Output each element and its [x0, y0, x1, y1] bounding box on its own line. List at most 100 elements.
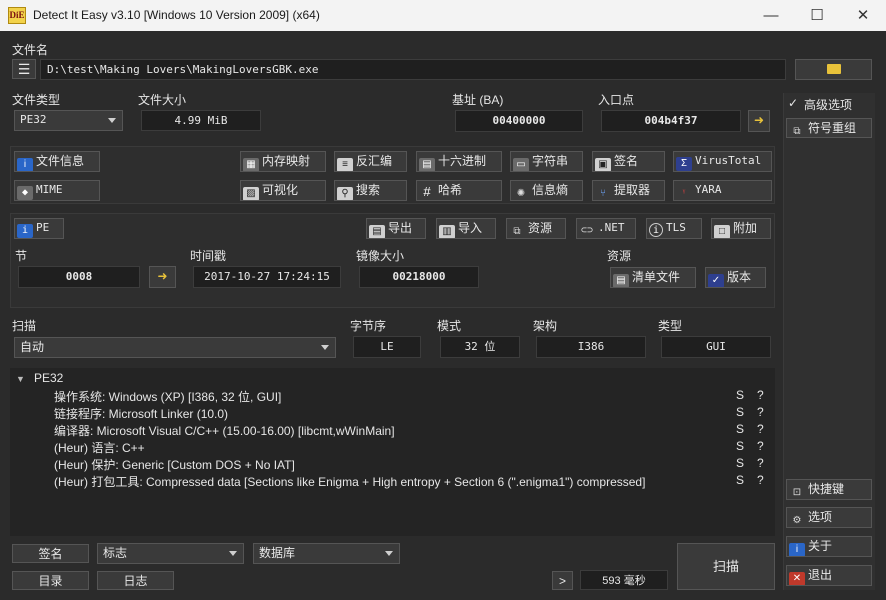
overlay-button[interactable]: □ 附加	[711, 218, 771, 239]
yara-button[interactable]: ᵞ YARA	[673, 180, 772, 201]
import-label: 导入	[458, 221, 483, 235]
options-button[interactable]: ⚙ 选项	[786, 507, 872, 528]
signature-s-button[interactable]: S	[736, 439, 744, 453]
info-icon: i	[789, 543, 805, 556]
result-row[interactable]: 链接程序: Microsoft Linker (10.0)	[54, 405, 228, 422]
info-q-button[interactable]: ?	[757, 405, 764, 419]
virustotal-icon: Σ	[676, 157, 692, 171]
scan-mode-select[interactable]: 自动	[14, 337, 336, 358]
maximize-button[interactable]: ☐	[794, 0, 840, 31]
expand-triangle-icon[interactable]: ▼	[16, 374, 25, 384]
version-button[interactable]: ✓ 版本	[705, 267, 766, 288]
folder-icon	[826, 64, 841, 74]
info-q-button[interactable]: ?	[757, 473, 764, 487]
info-icon: i	[17, 224, 33, 238]
memory-map-icon: ▦	[243, 158, 259, 171]
version-icon: ✓	[708, 274, 724, 287]
chevron-down-icon	[321, 345, 329, 350]
hash-label: 哈希	[438, 183, 463, 197]
virustotal-button[interactable]: Σ VirusTotal	[673, 151, 772, 172]
entropy-button[interactable]: ✺ 信息熵	[510, 180, 583, 201]
close-button[interactable]: ✕	[840, 0, 886, 31]
entry-point-field: 004b4f37	[601, 110, 741, 132]
arrow-right-icon: ➜	[753, 113, 765, 127]
shortcuts-button[interactable]: ⊡ 快捷键	[786, 479, 872, 500]
result-row[interactable]: (Heur) 语言: C++	[54, 439, 145, 456]
scan-button[interactable]: 扫描	[677, 543, 775, 590]
memory-map-button[interactable]: ▦ 内存映射	[240, 151, 326, 172]
info-q-button[interactable]: ?	[757, 439, 764, 453]
next-button[interactable]: >	[552, 571, 573, 590]
info-q-button[interactable]: ?	[757, 422, 764, 436]
extractor-icon: ⑂	[600, 188, 606, 199]
sections-go-button[interactable]: ➜	[149, 266, 176, 288]
exit-x-icon: ✕	[789, 572, 805, 585]
version-label: 版本	[727, 270, 752, 284]
visualization-button[interactable]: ▨ 可视化	[240, 180, 326, 201]
flags-select[interactable]: 标志	[97, 543, 244, 564]
image-size-field: 00218000	[359, 266, 479, 288]
result-row[interactable]: (Heur) 保护: Generic [Custom DOS + No IAT]	[54, 456, 295, 473]
endian-field: LE	[353, 336, 421, 358]
signatures-tool-label: 签名	[614, 154, 639, 168]
signatures-bottom-button[interactable]: 签名	[12, 544, 89, 563]
sections-count-field: 0008	[18, 266, 140, 288]
scan-label: 扫描	[12, 319, 37, 333]
signature-s-button[interactable]: S	[736, 473, 744, 487]
mime-label: MIME	[36, 183, 63, 196]
sections-label: 节	[15, 249, 28, 263]
file-type-select[interactable]: PE32	[14, 110, 123, 131]
file-info-button[interactable]: i 文件信息	[14, 151, 100, 172]
demangle-label: 符号重组	[808, 121, 857, 135]
timestamp-label: 时间戳	[190, 249, 227, 263]
exit-label: 退出	[808, 568, 833, 582]
net-button[interactable]: ⊂⊃ .NET	[576, 218, 636, 239]
about-button[interactable]: i 关于	[786, 536, 872, 557]
result-row[interactable]: 编译器: Microsoft Visual C/C++ (15.00-16.00…	[54, 422, 395, 439]
chevron-down-icon	[108, 118, 116, 123]
result-row[interactable]: (Heur) 打包工具: Compressed data [Sections l…	[54, 473, 645, 490]
extractor-button[interactable]: ⑂ 提取器	[592, 180, 665, 201]
signature-s-button[interactable]: S	[736, 422, 744, 436]
mime-button[interactable]: ◆ MIME	[14, 180, 100, 201]
open-file-button[interactable]	[795, 59, 872, 80]
exit-button[interactable]: ✕ 退出	[786, 565, 872, 586]
strings-icon: ▭	[513, 158, 529, 171]
strings-button[interactable]: ▭ 字符串	[510, 151, 583, 172]
hex-button[interactable]: ▤ 十六进制	[416, 151, 502, 172]
manifest-button[interactable]: ▤ 清单文件	[610, 267, 696, 288]
hash-button[interactable]: # 哈希	[416, 180, 502, 201]
info-q-button[interactable]: ?	[757, 456, 764, 470]
export-button[interactable]: ▤ 导出	[366, 218, 426, 239]
signature-s-button[interactable]: S	[736, 405, 744, 419]
demangle-button[interactable]: ⧉ 符号重组	[786, 118, 872, 138]
directory-button[interactable]: 目录	[12, 571, 89, 590]
disassembly-button[interactable]: ≡ 反汇编	[334, 151, 407, 172]
info-q-button[interactable]: ?	[757, 388, 764, 402]
minimize-button[interactable]: —	[748, 0, 794, 31]
app-icon: DiE	[8, 7, 26, 24]
resources-button[interactable]: ⧉ 资源	[506, 218, 566, 239]
pe-button[interactable]: i PE	[14, 218, 64, 239]
advanced-checkbox[interactable]: ✓	[788, 96, 798, 110]
info-icon: i	[17, 158, 33, 171]
result-row[interactable]: 操作系统: Windows (XP) [I386, 32 位, GUI]	[54, 388, 281, 405]
memory-map-label: 内存映射	[262, 154, 311, 168]
search-button[interactable]: ⚲ 搜索	[334, 180, 407, 201]
file-path-field[interactable]: D:\test\Making Lovers\MakingLoversGBK.ex…	[40, 59, 786, 80]
log-button[interactable]: 日志	[97, 571, 174, 590]
signatures-button[interactable]: ▣ 签名	[592, 151, 665, 172]
signature-s-button[interactable]: S	[736, 388, 744, 402]
menu-button[interactable]: ☰	[12, 59, 36, 79]
results-root[interactable]: PE32	[34, 371, 63, 385]
resources-icon: ⧉	[513, 226, 521, 237]
tls-button[interactable]: i TLS	[646, 218, 702, 239]
shortcuts-icon: ⊡	[792, 487, 802, 498]
signature-s-button[interactable]: S	[736, 456, 744, 470]
import-button[interactable]: ▥ 导入	[436, 218, 496, 239]
entry-point-go-button[interactable]: ➜	[748, 110, 770, 132]
strings-label: 字符串	[532, 154, 569, 168]
file-size-field: 4.99 MiB	[141, 110, 261, 131]
resources-section-label: 资源	[607, 249, 632, 263]
database-select[interactable]: 数据库	[253, 543, 400, 564]
